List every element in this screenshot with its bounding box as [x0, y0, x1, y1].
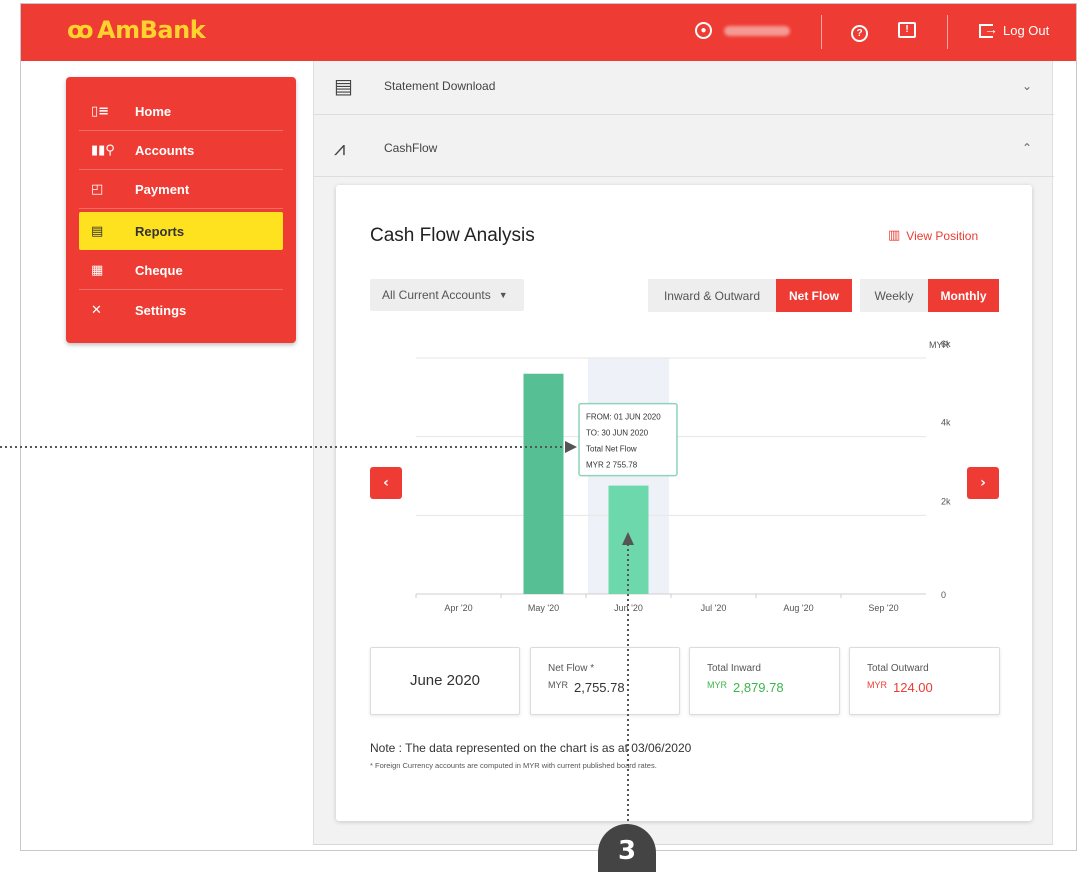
annotation-arrowhead [622, 532, 634, 545]
annotation-arrowhead [565, 441, 577, 453]
annotation-overlay [0, 441, 634, 826]
